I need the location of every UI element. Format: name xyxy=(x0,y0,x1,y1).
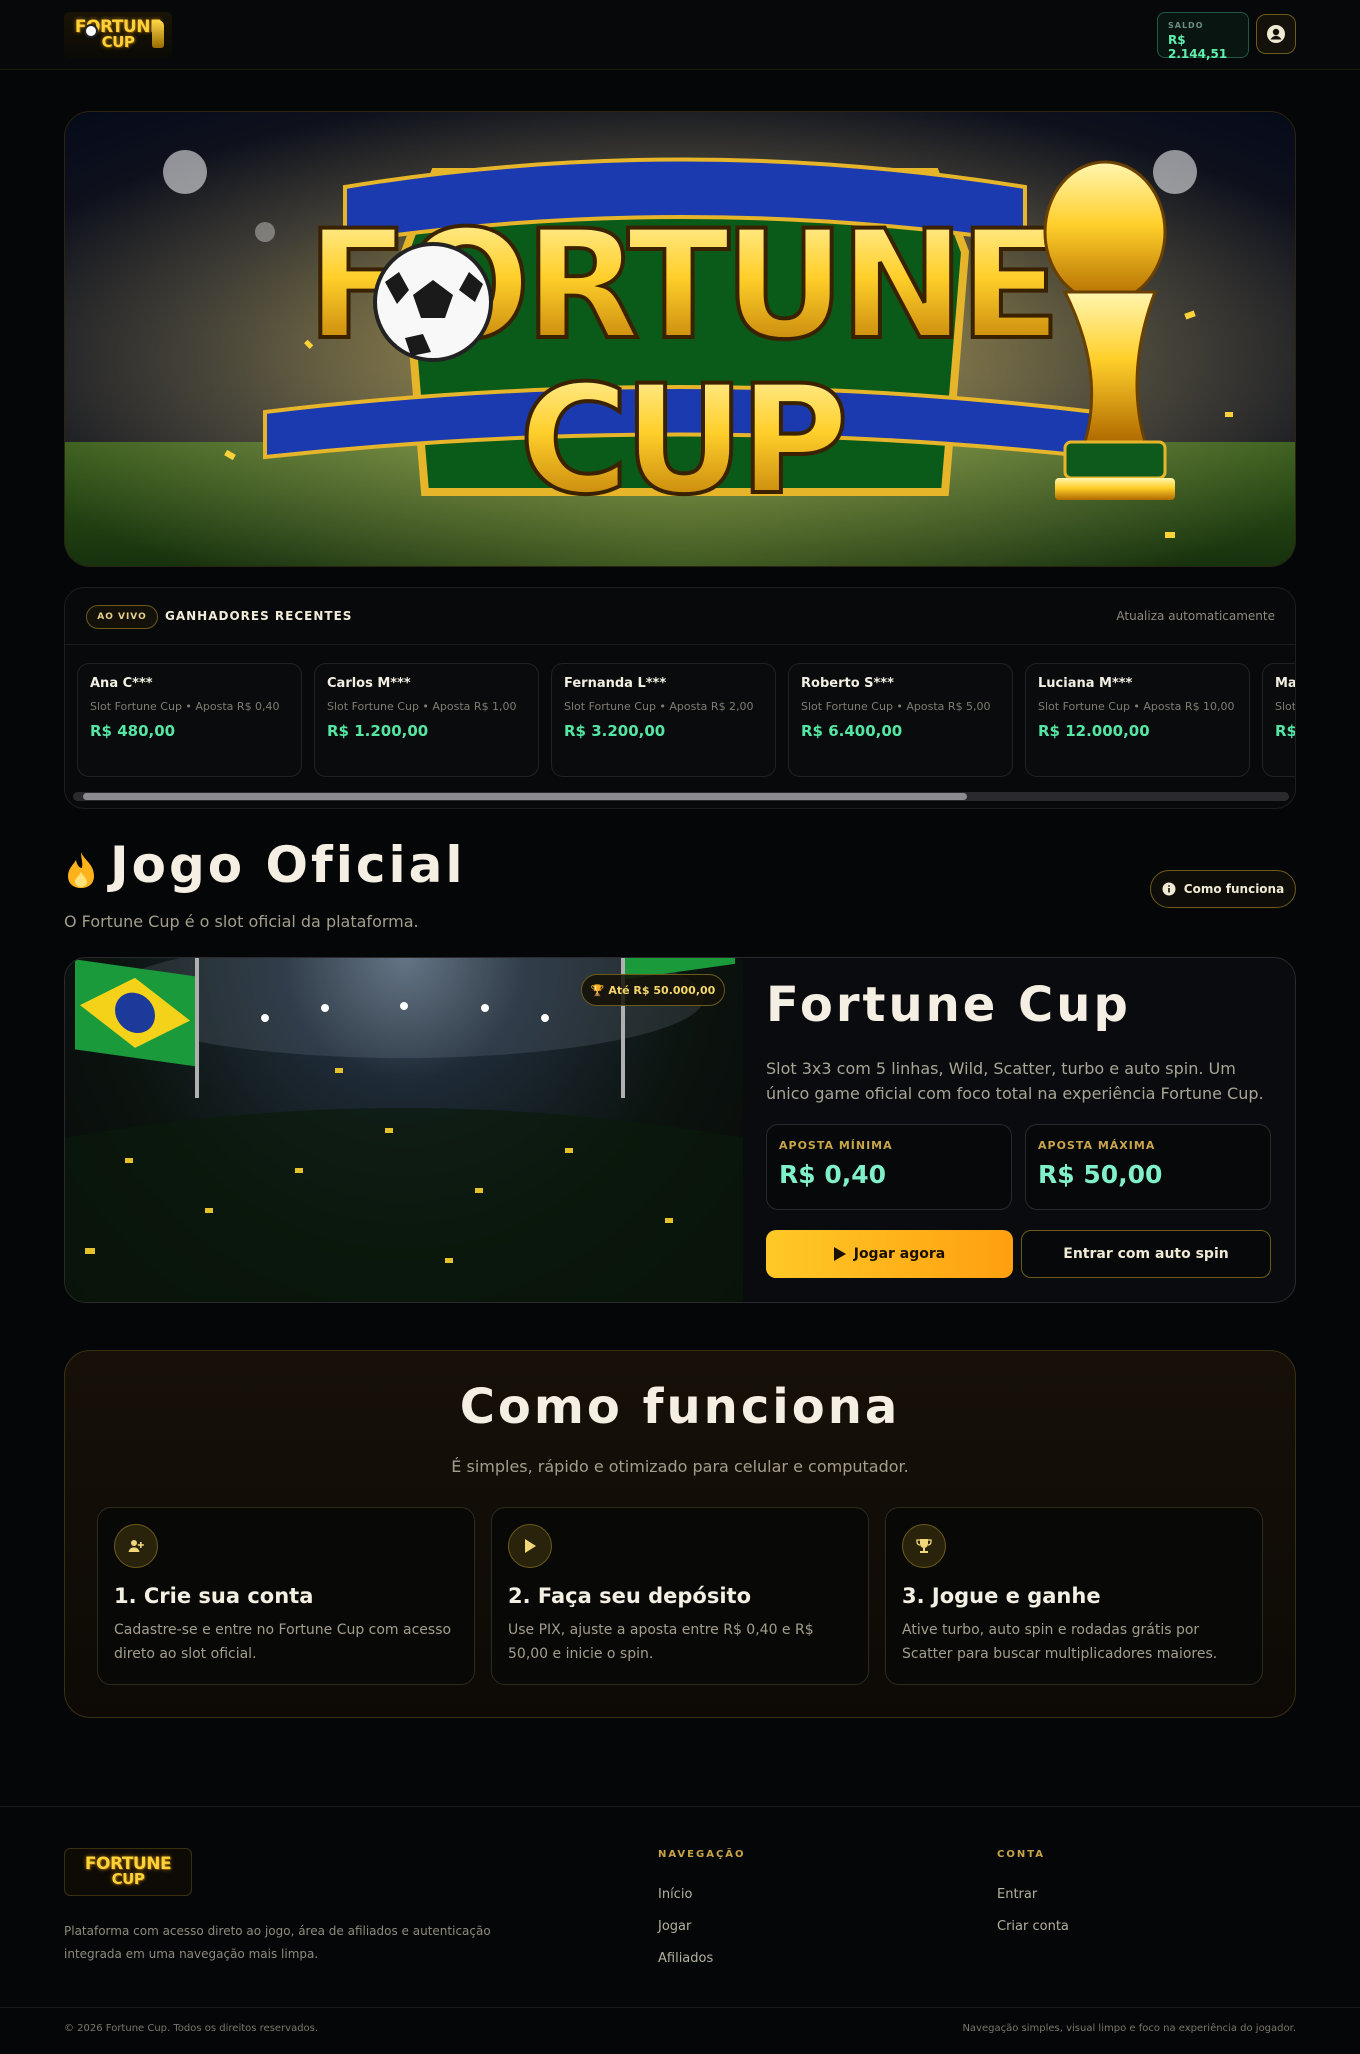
max-bet-box: APOSTA MÁXIMA R$ 50,00 xyxy=(1025,1124,1271,1210)
winner-name: Fernanda L*** xyxy=(564,676,667,691)
profile-button[interactable] xyxy=(1256,14,1296,54)
recent-winners-panel: AO VIVO GANHADORES RECENTES Atualiza aut… xyxy=(64,587,1296,809)
flame-icon xyxy=(68,852,94,888)
winner-card: Fernanda L*** Slot Fortune Cup • Aposta … xyxy=(551,663,776,777)
game-thumbnail[interactable]: 🏆 Até R$ 50.000,00 xyxy=(65,958,743,1302)
winner-bet: Slot Fortune Cup • Aposta R$ 1,00 xyxy=(327,700,517,713)
winner-card: Luciana M*** Slot Fortune Cup • Aposta R… xyxy=(1025,663,1250,777)
winner-bet: Slot Fortune Cup • Aposta R$ 10,00 xyxy=(1038,700,1235,713)
scrollbar-thumb[interactable] xyxy=(83,793,967,800)
top-header: FORTUNE CUP SALDO R$ 2.144,51 xyxy=(0,0,1360,70)
footer-link-afiliados[interactable]: Afiliados xyxy=(658,1951,713,1966)
play-now-button[interactable]: Jogar agora xyxy=(766,1230,1013,1278)
winner-bet: Slot Fortune Cup • Aposta R$ 0,40 xyxy=(90,700,280,713)
user-plus-icon xyxy=(114,1524,158,1568)
winner-card: Roberto S*** Slot Fortune Cup • Aposta R… xyxy=(788,663,1013,777)
footer-link-entrar[interactable]: Entrar xyxy=(997,1887,1037,1902)
jackpot-badge: 🏆 Até R$ 50.000,00 xyxy=(581,974,725,1006)
section-title: Jogo Oficial xyxy=(110,836,466,894)
min-bet-label: APOSTA MÍNIMA xyxy=(779,1139,893,1152)
game-name: Fortune Cup xyxy=(766,977,1131,1033)
auto-spin-button[interactable]: Entrar com auto spin xyxy=(1021,1230,1271,1278)
winners-title: GANHADORES RECENTES xyxy=(165,609,353,623)
how-it-works-section: Como funciona É simples, rápido e otimiz… xyxy=(64,1350,1296,1718)
play-button-label: Jogar agora xyxy=(853,1246,946,1262)
game-card: 🏆 Até R$ 50.000,00 Fortune Cup Slot 3x3 … xyxy=(64,957,1296,1303)
jackpot-value: Até R$ 50.000,00 xyxy=(608,983,716,997)
min-bet-box: APOSTA MÍNIMA R$ 0,40 xyxy=(766,1124,1012,1210)
footer-divider xyxy=(0,2007,1360,2008)
winner-name: Carlos M*** xyxy=(327,676,411,691)
how-subtitle: É simples, rápido e otimizado para celul… xyxy=(451,1457,909,1476)
balance-label: SALDO xyxy=(1168,21,1204,30)
section-subtitle: O Fortune Cup é o slot oficial da plataf… xyxy=(64,912,419,931)
winner-name: Luciana M*** xyxy=(1038,676,1133,691)
how-button-label: Como funciona xyxy=(1183,882,1285,896)
hero-banner: FORTUNE CUP xyxy=(64,111,1296,567)
footer-logo-wordmark: FORTUNE CUP xyxy=(85,1856,172,1888)
footer-link-jogar[interactable]: Jogar xyxy=(658,1919,691,1934)
footer-logo-line2: CUP xyxy=(111,1870,145,1888)
header-logo[interactable]: FORTUNE CUP xyxy=(64,12,172,58)
trophy-icon: 🏆 xyxy=(590,983,605,997)
balance-badge[interactable]: SALDO R$ 2.144,51 xyxy=(1157,12,1249,61)
winner-bet: Slot Fortune Cup • Aposta R$ 2,00 xyxy=(564,700,754,713)
live-badge: AO VIVO xyxy=(86,605,158,629)
step-title: 1. Crie sua conta xyxy=(114,1584,314,1608)
footer-link-inicio[interactable]: Início xyxy=(658,1887,692,1902)
user-circle-icon xyxy=(1267,25,1285,43)
winners-header: AO VIVO GANHADORES RECENTES Atualiza aut… xyxy=(65,588,1295,645)
footer: FORTUNE CUP Plataforma com acesso direto… xyxy=(0,1806,1360,2054)
max-bet-value: R$ 50,00 xyxy=(1038,1160,1163,1189)
hero-artwork: FORTUNE CUP xyxy=(65,112,1295,566)
how-it-works-button[interactable]: Como funciona xyxy=(1150,870,1296,908)
winner-amount: R$ 480,00 xyxy=(90,722,176,740)
step-card: 3. Jogue e ganhe Ative turbo, auto spin … xyxy=(885,1507,1263,1685)
trophy-icon xyxy=(902,1524,946,1568)
step-description: Use PIX, ajuste a aposta entre R$ 0,40 e… xyxy=(508,1622,814,1662)
winner-card: Carlos M*** Slot Fortune Cup • Aposta R$… xyxy=(314,663,539,777)
play-icon xyxy=(508,1524,552,1568)
winner-amount: R$ 1.200,00 xyxy=(327,722,429,740)
step-card: 1. Crie sua conta Cadastre-se e entre no… xyxy=(97,1507,475,1685)
soccer-ball-icon xyxy=(84,24,98,38)
footer-account-heading: CONTA xyxy=(997,1849,1045,1860)
winner-bet: Slot R$ xyxy=(1275,700,1296,713)
balance-value: R$ 2.144,51 xyxy=(1168,33,1228,61)
winner-card: Ma Slot R$ R$ xyxy=(1262,663,1296,777)
winner-name: Roberto S*** xyxy=(801,676,894,691)
winner-bet: Slot Fortune Cup • Aposta R$ 5,00 xyxy=(801,700,991,713)
step-description: Cadastre-se e entre no Fortune Cup com a… xyxy=(114,1622,452,1662)
winner-name: Ana C*** xyxy=(90,676,153,691)
step-title: 3. Jogue e ganhe xyxy=(902,1584,1101,1608)
step-description: Ative turbo, auto spin e rodadas grátis … xyxy=(902,1622,1218,1662)
footer-logo[interactable]: FORTUNE CUP xyxy=(64,1848,192,1896)
how-title: Como funciona xyxy=(459,1379,901,1435)
play-icon xyxy=(833,1247,846,1261)
winner-amount: R$ xyxy=(1275,722,1296,740)
footer-nav-heading: NAVEGAÇÃO xyxy=(658,1849,746,1860)
winner-name: Ma xyxy=(1275,676,1296,691)
game-description: Slot 3x3 com 5 linhas, Wild, Scatter, tu… xyxy=(766,1059,1264,1103)
max-bet-label: APOSTA MÁXIMA xyxy=(1038,1139,1156,1152)
footer-tagline: Navegação simples, visual limpo e foco n… xyxy=(962,2023,1296,2034)
step-card: 2. Faça seu depósito Use PIX, ajuste a a… xyxy=(491,1507,869,1685)
hero-title-line2: CUP xyxy=(519,354,843,528)
horizontal-scrollbar[interactable] xyxy=(73,792,1289,801)
winners-note: Atualiza automaticamente xyxy=(1116,609,1275,623)
winner-amount: R$ 6.400,00 xyxy=(801,722,903,740)
footer-copyright: © 2026 Fortune Cup. Todos os direitos re… xyxy=(64,2023,319,2034)
winner-card: Ana C*** Slot Fortune Cup • Aposta R$ 0,… xyxy=(77,663,302,777)
info-icon xyxy=(1162,882,1176,896)
min-bet-value: R$ 0,40 xyxy=(779,1160,887,1189)
winner-amount: R$ 12.000,00 xyxy=(1038,722,1150,740)
step-title: 2. Faça seu depósito xyxy=(508,1584,752,1608)
trophy-icon xyxy=(152,20,164,48)
footer-link-criar-conta[interactable]: Criar conta xyxy=(997,1919,1069,1934)
footer-description: Plataforma com acesso direto ao jogo, ár… xyxy=(64,1924,491,1961)
winner-amount: R$ 3.200,00 xyxy=(564,722,666,740)
stadium-artwork xyxy=(65,958,743,1302)
soccer-ball-icon xyxy=(373,242,493,362)
